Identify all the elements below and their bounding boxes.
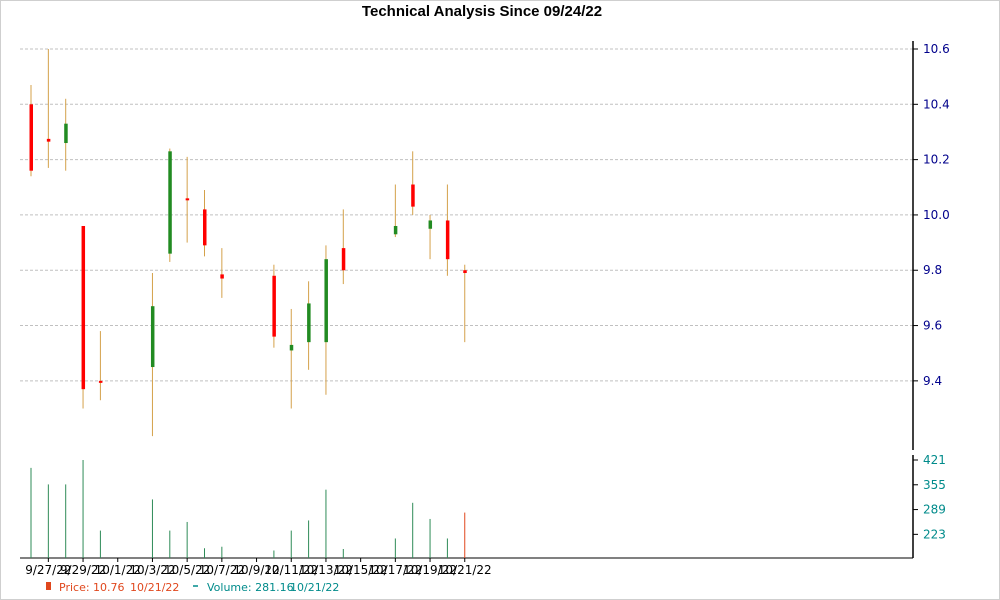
chart-background <box>0 0 1000 600</box>
candle-body <box>307 303 311 343</box>
price-tick-label: 10.0 <box>923 208 950 222</box>
chart-title: Technical Analysis Since 09/24/22 <box>362 3 602 20</box>
price-legend-date: 10/21/22 <box>130 581 179 594</box>
candle-body <box>81 225 86 390</box>
volume-legend-date: 10/21/22 <box>290 581 339 594</box>
volume-tick-label: 421 <box>923 453 946 467</box>
candle-body <box>393 225 398 235</box>
volume-tick-label: 355 <box>923 478 946 492</box>
volume-legend-label: Volume: 281.16 <box>207 581 294 594</box>
stock-chart: Technical Analysis Since 09/24/22 9.4 9.6… <box>0 0 1000 600</box>
price-tick-label: 10.4 <box>923 97 950 111</box>
price-tick-label: 10.6 <box>923 42 950 56</box>
candle-body <box>98 380 103 383</box>
candle-body <box>428 220 433 229</box>
candle-body <box>289 344 294 351</box>
price-tick-label: 9.4 <box>923 374 942 388</box>
price-tick-label: 10.2 <box>923 153 950 167</box>
price-tick-label: 9.8 <box>923 263 942 277</box>
candle-body <box>445 220 450 260</box>
candle-body <box>220 274 224 279</box>
candle-body <box>150 306 155 368</box>
x-tick-label: 10/21/22 <box>438 563 492 577</box>
candle-body <box>185 198 190 201</box>
candle-body <box>168 151 172 254</box>
candle-body <box>203 209 207 246</box>
candle-body <box>64 123 68 144</box>
candle-body <box>324 259 328 343</box>
price-legend-swatch <box>46 582 51 590</box>
candle-body <box>46 138 51 142</box>
candle-body <box>29 104 33 171</box>
candle-body <box>463 270 467 274</box>
candle-body <box>411 184 415 207</box>
volume-tick-label: 223 <box>923 527 946 541</box>
price-tick-label: 9.6 <box>923 319 942 333</box>
volume-tick-label: 289 <box>923 503 946 517</box>
candle-body <box>272 275 276 337</box>
candle-body <box>341 248 346 271</box>
price-legend-label: Price: 10.76 <box>59 581 125 594</box>
